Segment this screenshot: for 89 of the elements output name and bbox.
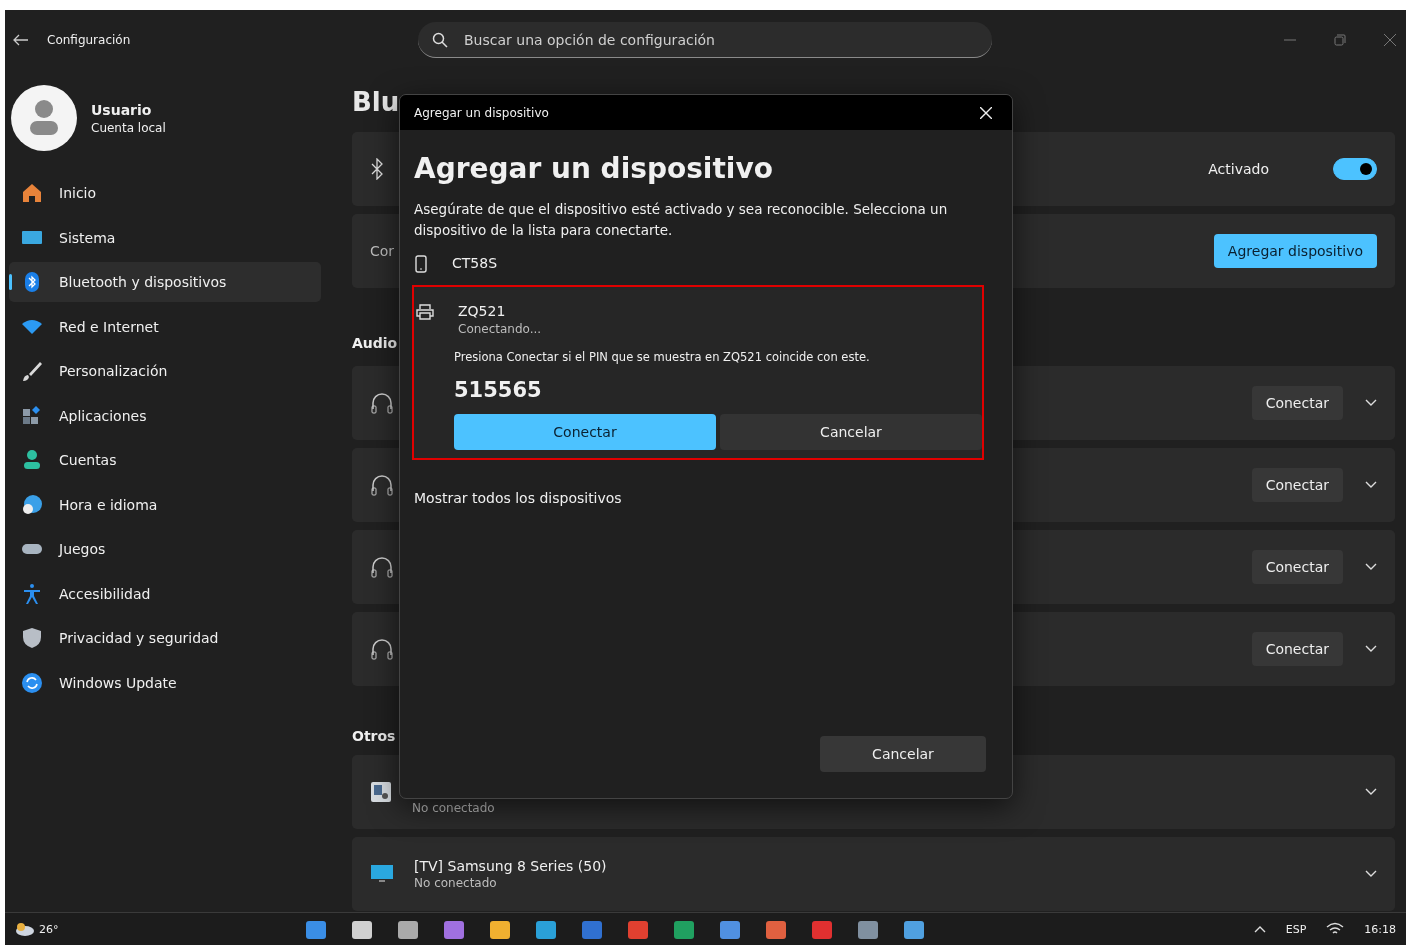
dialog-heading: Agregar un dispositivo	[414, 152, 774, 185]
cancel-button[interactable]: Cancelar	[820, 736, 986, 772]
monitor-icon	[370, 863, 394, 885]
clock-time[interactable]: 16:18	[1364, 922, 1396, 936]
taskbar-app-icon[interactable]	[443, 919, 465, 939]
chevron-down-icon[interactable]	[1365, 788, 1377, 796]
dialog-description: Asegúrate de que el dispositivo esté activado y sea reconocible. Selecciona un dispositivo de la lista para conectarte.	[414, 200, 949, 240]
bluetooth-toggle[interactable]	[1333, 158, 1377, 180]
taskbar-app-icon[interactable]	[903, 919, 925, 939]
chevron-down-icon[interactable]	[1365, 481, 1377, 489]
show-all-devices-link[interactable]: Mostrar todos los dispositivos	[414, 490, 622, 506]
pin-instructions: Presiona Conectar si el PIN que se muestra en ZQ521 coincide con este.	[454, 350, 871, 364]
page-title: Blu	[352, 86, 400, 119]
taskbar-app-icon[interactable]	[673, 919, 695, 939]
apps-icon	[21, 404, 43, 427]
card-label: Cor	[370, 243, 395, 259]
sidebar-item[interactable]: Accesibilidad	[9, 573, 321, 614]
restore-icon[interactable]	[1334, 34, 1346, 46]
taskbar-app-icon[interactable]	[397, 919, 419, 939]
headphones-icon	[370, 555, 394, 579]
update-icon	[21, 671, 43, 694]
taskbar-app-icon[interactable]	[305, 919, 327, 939]
taskbar-app-icon[interactable]	[535, 919, 557, 939]
dialog-title: Agregar un dispositivo	[414, 105, 549, 120]
sidebar-item[interactable]: Cuentas	[9, 440, 321, 480]
device-list-item[interactable]: ZQ521 Conectando... Presiona Conectar si el PIN que se muestra en ZQ521 coincide con este. 515565 Conectar Cancelar	[412, 285, 984, 460]
home-icon	[21, 182, 43, 204]
temperature: 26°	[39, 922, 59, 936]
globe-icon	[21, 493, 43, 516]
user-name: Usuario	[91, 101, 153, 118]
wifi-icon[interactable]	[1326, 922, 1345, 936]
sidebar-item[interactable]: Inicio	[9, 173, 321, 213]
toggle-status: Activado	[1208, 161, 1269, 177]
device-status: No conectado	[412, 801, 495, 815]
add-device-button[interactable]: Agregar dispositivo	[1213, 234, 1377, 268]
device-status: No conectado	[414, 876, 498, 890]
phone-icon	[414, 255, 428, 273]
chevron-down-icon[interactable]	[1365, 645, 1377, 653]
connect-button[interactable]: Conectar	[454, 414, 716, 450]
chevron-down-icon[interactable]	[1365, 870, 1377, 878]
person-icon	[21, 449, 43, 471]
pin-code: 515565	[454, 378, 543, 402]
device-name: CT58S	[452, 255, 498, 271]
printer-icon	[416, 303, 434, 321]
connect-button[interactable]: Conectar	[1251, 632, 1343, 666]
sidebar-item[interactable]: Windows Update	[9, 662, 321, 703]
avatar-icon	[11, 85, 77, 151]
section-heading: Audio	[352, 334, 398, 353]
taskbar-app-icon[interactable]	[719, 919, 741, 939]
taskbar-app-icon[interactable]	[489, 919, 511, 939]
device-name: [TV] Samsung 8 Series (50)	[414, 858, 607, 874]
cancel-button[interactable]: Cancelar	[720, 414, 982, 450]
bluetooth-icon	[370, 158, 384, 180]
headphones-icon	[370, 391, 394, 415]
taskbar-app-icon[interactable]	[765, 919, 787, 939]
sidebar-item[interactable]: Juegos	[9, 529, 321, 569]
sidebar-item[interactable]: Sistema	[9, 217, 321, 258]
sidebar-item[interactable]: Aplicaciones	[9, 395, 321, 436]
brush-icon	[21, 360, 43, 382]
media-device-icon	[370, 781, 392, 803]
search-input[interactable]: Buscar una opción de configuración	[462, 30, 978, 49]
back-arrow-icon[interactable]	[13, 34, 29, 46]
chevron-up-icon[interactable]	[1253, 925, 1266, 933]
sidebar-item[interactable]: Hora e idioma	[9, 484, 321, 525]
device-list-item[interactable]: CT58S	[400, 255, 1012, 273]
headphones-icon	[370, 637, 394, 661]
connect-button[interactable]: Conectar	[1251, 550, 1343, 584]
sidebar-item[interactable]: Red e Internet	[9, 306, 321, 347]
taskbar-app-icon[interactable]	[351, 919, 373, 939]
device-status: Conectando...	[458, 322, 542, 336]
chevron-down-icon[interactable]	[1365, 399, 1377, 407]
search-icon	[432, 31, 448, 48]
headphones-icon	[370, 473, 394, 497]
device-name: ZQ521	[458, 303, 507, 319]
window-title: Configuración	[47, 33, 131, 47]
account-type: Cuenta local	[91, 120, 166, 135]
weather-icon[interactable]	[15, 922, 35, 936]
connect-button[interactable]: Conectar	[1251, 468, 1343, 502]
search-field[interactable]: Buscar una opción de configuración	[418, 22, 992, 58]
section-heading: Otros	[352, 727, 396, 746]
sidebar-item[interactable]: Bluetooth y dispositivos	[9, 262, 321, 302]
access-icon	[21, 582, 43, 605]
chevron-down-icon[interactable]	[1365, 563, 1377, 571]
connect-button[interactable]: Conectar	[1251, 386, 1343, 420]
sidebar-item[interactable]: Privacidad y seguridad	[9, 618, 321, 658]
taskbar-app-icon[interactable]	[857, 919, 879, 939]
sidebar-item[interactable]: Personalización	[9, 351, 321, 391]
shield-icon	[21, 627, 43, 649]
input-language[interactable]: ESP	[1285, 922, 1307, 936]
